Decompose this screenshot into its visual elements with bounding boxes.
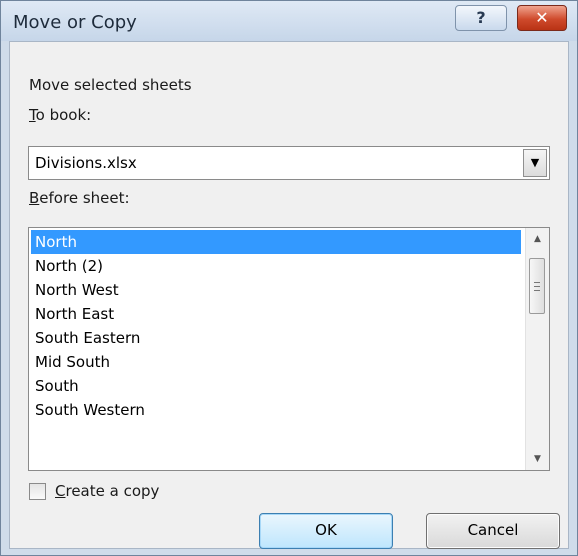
- before-sheet-label-text: efore sheet:: [39, 189, 130, 207]
- move-or-copy-dialog: Move or Copy ? ✕ Move selected sheets To…: [0, 0, 578, 556]
- to-book-label-text: o book:: [35, 106, 92, 124]
- grip-line: [534, 286, 540, 287]
- create-copy-access-key: C: [55, 482, 66, 500]
- dialog-body: Move selected sheets To book: Divisions.…: [9, 41, 569, 549]
- list-item-north-2[interactable]: North (2): [31, 254, 521, 278]
- close-icon: ✕: [535, 8, 549, 27]
- before-sheet-list[interactable]: North North (2) North West North East So…: [28, 227, 550, 471]
- ok-button[interactable]: OK: [259, 513, 393, 549]
- scroll-thumb[interactable]: [529, 258, 545, 314]
- list-item-south-western[interactable]: South Western: [31, 398, 521, 422]
- list-item-north[interactable]: North: [31, 230, 521, 254]
- grip-line: [534, 290, 540, 291]
- create-copy-label-text: reate a copy: [65, 482, 160, 500]
- to-book-value: Divisions.xlsx: [35, 154, 137, 172]
- arrow-down-icon: ▼: [534, 454, 541, 464]
- before-sheet-access-key: B: [29, 189, 40, 207]
- scroll-up-button[interactable]: ▲: [526, 228, 549, 250]
- sheet-list-items: North North (2) North West North East So…: [31, 230, 521, 422]
- create-copy-checkbox[interactable]: [29, 483, 46, 500]
- help-icon: ?: [476, 8, 486, 27]
- close-button[interactable]: ✕: [517, 5, 567, 31]
- arrow-up-icon: ▲: [534, 234, 541, 244]
- vertical-scrollbar[interactable]: ▲ ▼: [525, 228, 549, 470]
- to-book-dropdown[interactable]: Divisions.xlsx ▼: [28, 146, 550, 180]
- to-book-access-key: T: [29, 106, 36, 124]
- dropdown-button[interactable]: ▼: [523, 149, 547, 177]
- list-item-north-west[interactable]: North West: [31, 278, 521, 302]
- list-item-south[interactable]: South: [31, 374, 521, 398]
- grip-line: [534, 282, 540, 283]
- to-book-label: To book:: [29, 106, 91, 124]
- list-item-mid-south[interactable]: Mid South: [31, 350, 521, 374]
- help-button[interactable]: ?: [455, 5, 507, 31]
- window-title: Move or Copy: [13, 12, 137, 33]
- cancel-button[interactable]: Cancel: [426, 513, 560, 549]
- scroll-down-button[interactable]: ▼: [526, 448, 549, 470]
- title-bar[interactable]: Move or Copy ? ✕: [1, 1, 577, 41]
- chevron-down-icon: ▼: [530, 156, 540, 169]
- before-sheet-label: Before sheet:: [29, 189, 130, 207]
- move-selected-sheets-heading: Move selected sheets: [29, 76, 192, 94]
- list-item-north-east[interactable]: North East: [31, 302, 521, 326]
- list-item-south-eastern[interactable]: South Eastern: [31, 326, 521, 350]
- create-copy-label[interactable]: Create a copy: [55, 482, 159, 500]
